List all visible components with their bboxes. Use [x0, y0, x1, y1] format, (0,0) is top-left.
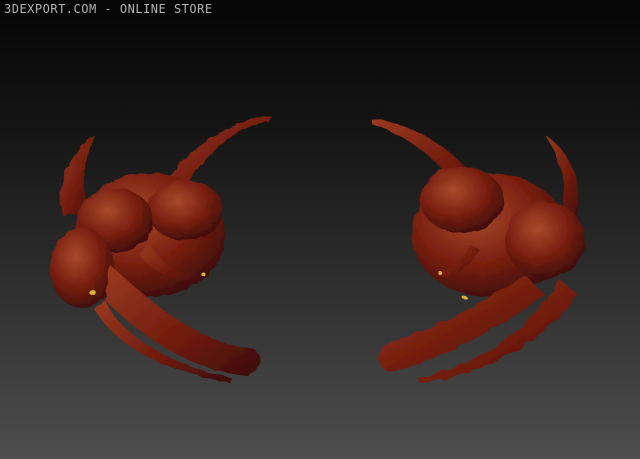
model-viewport: 3DEXPORT.COM - ONLINE STORE [0, 0, 640, 459]
left-head [50, 228, 114, 308]
creature-scene [50, 115, 585, 383]
creature-back-view [370, 118, 585, 383]
right-head [420, 167, 504, 233]
creature-front-view [50, 115, 270, 382]
